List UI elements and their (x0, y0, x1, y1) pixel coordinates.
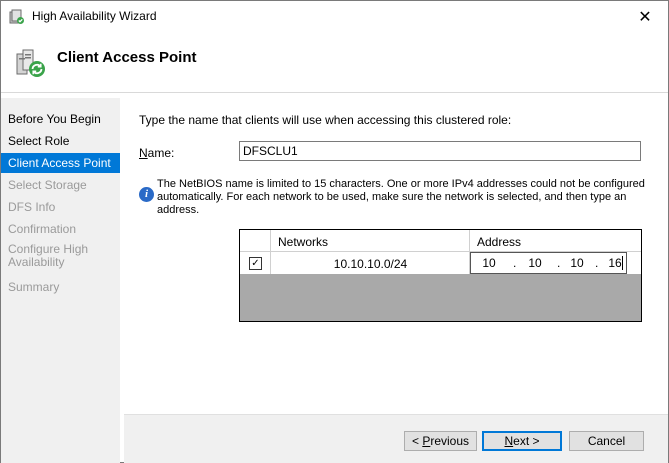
page-header: Client Access Point (1, 32, 668, 93)
nav-item-dfs-info: DFS Info (8, 200, 56, 214)
nav-item-confirmation: Confirmation (8, 222, 77, 236)
previous-button[interactable]: < Previous (404, 431, 477, 451)
network-row[interactable]: ✓ 10.10.10.0/24 10 . 10 . 10 . 16 (240, 252, 641, 274)
header-check-column (240, 230, 271, 252)
header-networks[interactable]: Networks (271, 230, 470, 252)
previous-prefix: < (411, 434, 423, 448)
next-button[interactable]: Next > (482, 431, 562, 451)
checkmark-icon: ✓ (251, 258, 260, 269)
header-networks-label: Networks (278, 235, 329, 249)
name-input[interactable]: DFSCLU1 (239, 141, 641, 161)
ip-address-input[interactable]: 10 . 10 . 10 . 16 (470, 252, 627, 274)
wizard-steps-nav: Before You Begin Select Role Client Acce… (1, 98, 120, 463)
content-panel: Type the name that clients will use when… (124, 98, 668, 414)
nav-item-label-line1: Configure High (8, 242, 89, 256)
network-checkbox[interactable]: ✓ (249, 257, 262, 270)
ip-octet-2[interactable]: 10 (524, 256, 546, 270)
nav-item-summary: Summary (8, 280, 60, 294)
nav-item-label-line2: Availability (8, 255, 65, 269)
window-title: High Availability Wizard (32, 9, 157, 23)
name-prompt: Type the name that clients will use when… (139, 113, 512, 127)
next-rest: ext > (513, 434, 540, 448)
network-cell: 10.10.10.0/24 (271, 252, 470, 274)
networks-grid: Networks Address ✓ 10.10.10.0/24 10 . 10… (239, 229, 642, 322)
row-check-cell: ✓ (240, 252, 271, 274)
text-caret (622, 256, 623, 270)
page-title: Client Access Point (57, 49, 197, 66)
grid-header: Networks Address (240, 230, 641, 252)
name-label-rest: ame: (147, 146, 175, 160)
name-label-mnemonic: N (139, 146, 148, 160)
close-icon: ✕ (638, 8, 652, 26)
nav-item-before-you-begin[interactable]: Before You Begin (1, 109, 120, 129)
nav-item-select-role[interactable]: Select Role (1, 131, 120, 151)
ip-dot-3: . (595, 256, 599, 270)
address-cell: 10 . 10 . 10 . 16 (470, 252, 641, 274)
title-bar[interactable]: High Availability Wizard ✕ (1, 1, 668, 32)
nav-item-configure-high-availability: Configure High Availability (1, 241, 120, 271)
button-bar: < Previous Next > Cancel (124, 414, 668, 463)
previous-rest: revious (430, 434, 470, 448)
ip-octet-1[interactable]: 10 (478, 256, 500, 270)
cluster-wizard-icon (16, 49, 45, 77)
header-address-label: Address (477, 235, 522, 249)
nav-item-select-storage: Select Storage (8, 178, 87, 192)
name-label: Name: (139, 146, 174, 160)
wizard-window: High Availability Wizard ✕ Client Access… (0, 0, 669, 463)
wizard-app-icon (9, 9, 24, 24)
ip-dot-2: . (557, 256, 561, 270)
cancel-button[interactable]: Cancel (569, 431, 644, 451)
close-button[interactable]: ✕ (622, 1, 668, 32)
network-value: 10.10.10.0/24 (333, 257, 408, 271)
info-message: The NetBIOS name is limited to 15 charac… (157, 178, 645, 216)
ip-octet-3[interactable]: 10 (566, 256, 588, 270)
next-mnemonic: N (504, 434, 514, 448)
info-icon: i (139, 187, 154, 202)
nav-item-client-access-point[interactable]: Client Access Point (1, 153, 120, 173)
header-address[interactable]: Address (470, 230, 641, 252)
ip-dot-1: . (513, 256, 517, 270)
